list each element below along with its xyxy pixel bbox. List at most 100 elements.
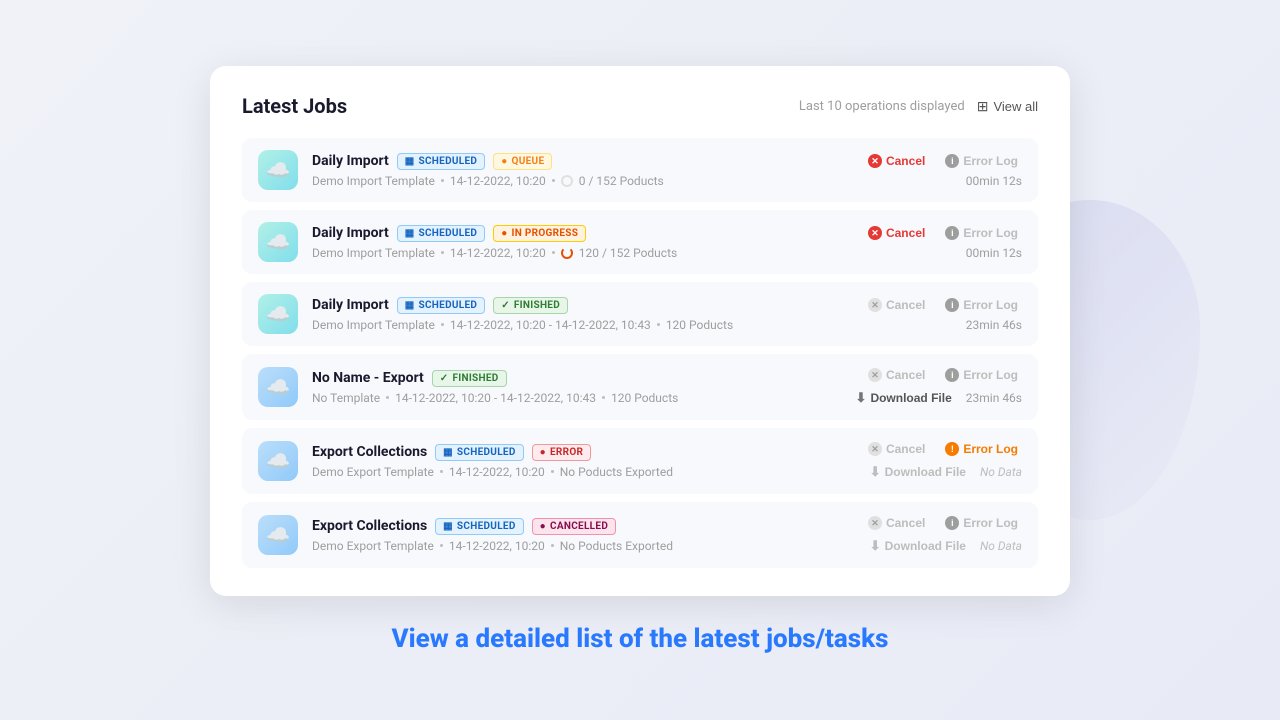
cancel-button[interactable]: ✕ Cancel [864, 366, 929, 384]
job-actions-top: ✕ Cancel ! Error Log [864, 440, 1022, 458]
job-icon-export: ☁️ [258, 441, 298, 481]
error-log-button[interactable]: i Error Log [941, 296, 1022, 314]
error-log-button[interactable]: i Error Log [941, 224, 1022, 242]
job-date: 14-12-2022, 10:20 [449, 539, 545, 553]
download-icon-disabled: ⬇ [870, 464, 881, 480]
job-time: 00min 12s [966, 174, 1022, 188]
error-log-button[interactable]: i Error Log [941, 514, 1022, 532]
meta-dot [441, 179, 444, 182]
job-row: ☁️ Export Collections ▦ SCHEDULED ● CANC… [242, 502, 1038, 568]
card-header: Latest Jobs Last 10 operations displayed… [242, 94, 1038, 118]
badge-in-progress: ● IN PROGRESS [493, 225, 586, 242]
job-info: Export Collections ▦ SCHEDULED ● CANCELL… [312, 518, 673, 553]
badge-finished: ✓ FINISHED [432, 370, 507, 387]
job-name: Daily Import [312, 153, 389, 169]
job-icon-import: ☁️ [258, 294, 298, 334]
badge-cancelled: ● CANCELLED [532, 518, 616, 535]
meta-dot [441, 251, 444, 254]
cancel-button[interactable]: ✕ Cancel [864, 224, 929, 242]
error-log-button[interactable]: i Error Log [941, 366, 1022, 384]
cancel-icon-disabled: ✕ [868, 442, 882, 456]
info-icon: i [945, 226, 959, 240]
badge-icon: ▦ [405, 228, 415, 239]
card-header-right: Last 10 operations displayed ⊞ View all [799, 98, 1038, 115]
error-log-button[interactable]: i Error Log [941, 152, 1022, 170]
job-list: ☁️ Daily Import ▦ SCHEDULED ● QUEUE Demo… [242, 138, 1038, 568]
job-right: ✕ Cancel i Error Log 00min 12s [822, 224, 1022, 260]
job-progress: No Poducts Exported [560, 539, 673, 553]
download-file-button[interactable]: ⬇ Download File [852, 388, 956, 408]
job-left: ☁️ Export Collections ▦ SCHEDULED ● CANC… [258, 515, 822, 555]
job-actions-bottom: ⬇ Download File No Data [866, 536, 1022, 556]
job-date: 14-12-2022, 10:20 - 14-12-2022, 10:43 [450, 318, 651, 332]
job-template: Demo Import Template [312, 246, 435, 260]
badge-dot-icon: ● [501, 156, 507, 167]
job-actions-bottom: ⬇ Download File 23min 46s [852, 388, 1022, 408]
badge-scheduled: ▦ SCHEDULED [397, 297, 485, 314]
meta-dot [551, 544, 554, 547]
job-left: ☁️ No Name - Export ✓ FINISHED No Templa… [258, 367, 822, 407]
cancel-button[interactable]: ✕ Cancel [864, 296, 929, 314]
job-progress: 0 / 152 Poducts [579, 174, 664, 188]
badge-icon: ▦ [443, 521, 453, 532]
job-name: Daily Import [312, 297, 389, 313]
job-name: No Name - Export [312, 370, 424, 386]
job-name: Export Collections [312, 444, 427, 460]
job-row: ☁️ Export Collections ▦ SCHEDULED ● ERRO… [242, 428, 1038, 494]
job-actions-top: ✕ Cancel i Error Log [864, 152, 1022, 170]
card-title: Latest Jobs [242, 94, 347, 118]
download-file-button[interactable]: ⬇ Download File [866, 462, 970, 482]
job-date: 14-12-2022, 10:20 [449, 465, 545, 479]
job-name: Export Collections [312, 518, 427, 534]
info-icon: i [945, 368, 959, 382]
job-date: 14-12-2022, 10:20 - 14-12-2022, 10:43 [395, 391, 596, 405]
badge-dot-icon: ● [540, 447, 546, 458]
badge-error: ● ERROR [532, 444, 592, 461]
job-icon-import: ☁️ [258, 222, 298, 262]
info-icon: i [945, 298, 959, 312]
badge-dot-icon: ● [540, 521, 546, 532]
job-right: ✕ Cancel i Error Log ⬇ Download File [822, 366, 1022, 408]
meta-dot [440, 470, 443, 473]
job-left: ☁️ Export Collections ▦ SCHEDULED ● ERRO… [258, 441, 822, 481]
cancel-button[interactable]: ✕ Cancel [864, 514, 929, 532]
job-right: ✕ Cancel ! Error Log ⬇ Download File [822, 440, 1022, 482]
job-progress: No Poducts Exported [560, 465, 673, 479]
cancel-icon-disabled: ✕ [868, 368, 882, 382]
job-info: Daily Import ▦ SCHEDULED ✓ FINISHED Demo… [312, 297, 733, 332]
info-icon: i [945, 154, 959, 168]
meta-dot [386, 396, 389, 399]
job-left: ☁️ Daily Import ▦ SCHEDULED ✓ FINISHED D… [258, 294, 822, 334]
job-icon-import: ☁️ [258, 150, 298, 190]
badge-finished: ✓ FINISHED [493, 297, 568, 314]
job-icon-export: ☁️ [258, 515, 298, 555]
job-title-row: Daily Import ▦ SCHEDULED ● IN PROGRESS [312, 225, 677, 242]
job-progress: 120 Poducts [666, 318, 733, 332]
cancel-icon: ✕ [868, 154, 882, 168]
job-actions-bottom: 23min 46s [966, 318, 1022, 332]
job-meta: Demo Import Template 14-12-2022, 10:20 1… [312, 246, 677, 260]
job-actions-top: ✕ Cancel i Error Log [864, 296, 1022, 314]
job-date: 14-12-2022, 10:20 [450, 246, 546, 260]
badge-icon: ▦ [405, 156, 415, 167]
last-ops-label: Last 10 operations displayed [799, 99, 965, 114]
job-meta: Demo Export Template 14-12-2022, 10:20 N… [312, 465, 673, 479]
error-log-button[interactable]: ! Error Log [941, 440, 1022, 458]
info-icon: i [945, 516, 959, 530]
badge-queue: ● QUEUE [493, 153, 552, 170]
meta-dot [441, 323, 444, 326]
job-template: Demo Import Template [312, 174, 435, 188]
job-info: No Name - Export ✓ FINISHED No Template … [312, 370, 678, 405]
download-icon-disabled: ⬇ [870, 538, 881, 554]
job-actions-top: ✕ Cancel i Error Log [864, 366, 1022, 384]
job-actions-top: ✕ Cancel i Error Log [864, 224, 1022, 242]
cancel-button[interactable]: ✕ Cancel [864, 440, 929, 458]
badge-check-icon: ✓ [440, 373, 449, 384]
job-title-row: Export Collections ▦ SCHEDULED ● ERROR [312, 444, 673, 461]
view-all-button[interactable]: ⊞ View all [977, 98, 1038, 115]
badge-check-icon: ✓ [501, 300, 510, 311]
badge-dot-icon: ● [501, 228, 507, 239]
cancel-button[interactable]: ✕ Cancel [864, 152, 929, 170]
badge-scheduled: ▦ SCHEDULED [435, 518, 523, 535]
download-file-button[interactable]: ⬇ Download File [866, 536, 970, 556]
